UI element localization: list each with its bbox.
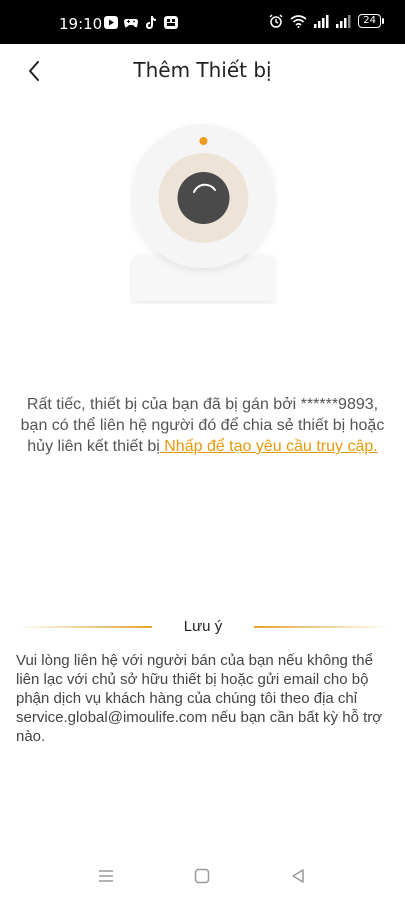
- alarm-icon: [269, 14, 283, 28]
- divider-line: [254, 626, 390, 628]
- signal-icon: [336, 14, 351, 28]
- home-square-icon: [194, 868, 210, 884]
- tiktok-icon: [146, 16, 156, 29]
- camera-icon: [131, 124, 276, 301]
- status-bar: 19:10 24: [0, 0, 405, 44]
- gamepad-icon: [124, 19, 138, 28]
- play-icon: [104, 16, 118, 29]
- battery-indicator: 24: [358, 14, 384, 28]
- wifi-icon: [290, 15, 307, 28]
- nav-back-button[interactable]: [287, 865, 309, 887]
- signal-icon: [314, 14, 329, 28]
- note-divider: Lưu ý: [16, 616, 390, 638]
- camera-indicator-light: [199, 137, 208, 145]
- status-right-icons: 24: [269, 14, 384, 28]
- status-time: 19:10: [59, 15, 103, 33]
- assigned-device-message: Rất tiếc, thiết bị của bạn đã bị gán bởi…: [12, 394, 393, 457]
- app-icon: [164, 16, 178, 29]
- system-nav-bar: [0, 855, 405, 895]
- menu-icon: [99, 870, 113, 882]
- status-left-icons: [104, 16, 178, 29]
- note-body: Vui lòng liên hệ với người bán của bạn n…: [16, 652, 383, 745]
- menu-button[interactable]: [95, 865, 117, 887]
- request-access-link[interactable]: Nhấp để tạo yêu cầu truy cập.: [160, 438, 377, 455]
- back-triangle-icon: [292, 869, 304, 883]
- page-title: Thêm Thiết bị: [133, 58, 272, 82]
- home-button[interactable]: [191, 865, 213, 887]
